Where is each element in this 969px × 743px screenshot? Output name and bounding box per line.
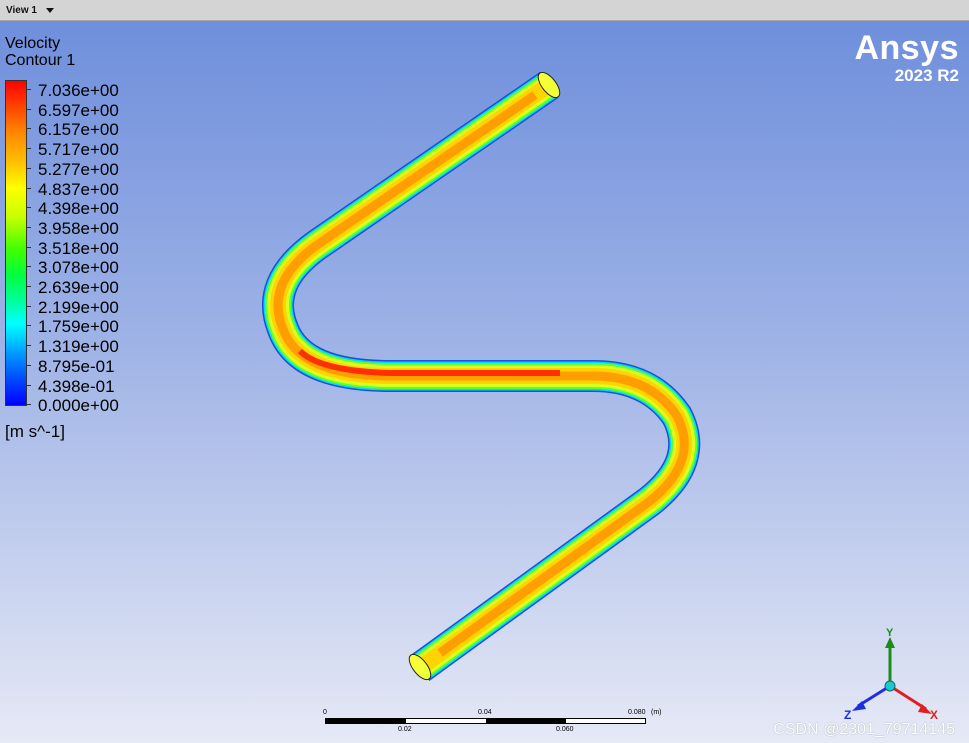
- legend-tick-mark: [27, 89, 31, 90]
- legend-tick-mark: [27, 187, 31, 189]
- legend-level-label: 3.078e+00: [38, 258, 119, 278]
- legend-level-label: 2.639e+00: [38, 278, 119, 297]
- legend-tick-mark: [27, 148, 31, 150]
- view-tab-dropdown[interactable]: View 1: [6, 3, 54, 17]
- legend-level-label: 6.597e+00: [38, 100, 119, 120]
- legend-level-label: 8.795e-01: [38, 356, 115, 376]
- legend-tick-mark: [27, 305, 31, 307]
- legend-level-label: 2.199e+00: [38, 297, 119, 317]
- triad-y-label: Y: [886, 627, 894, 639]
- scale-label-0-080: 0.080: [628, 709, 646, 716]
- legend-tick-mark: [27, 384, 31, 386]
- legend-level-label: 3.518e+00: [38, 238, 119, 258]
- scale-label-0-02: 0.02: [398, 726, 412, 733]
- legend-contour-name: Contour 1: [5, 52, 76, 69]
- legend-tick-mark: [27, 167, 31, 169]
- legend-level-label: 5.277e+00: [38, 159, 119, 179]
- legend-tick-mark: [27, 325, 31, 327]
- legend-level-label: 4.398e-01: [38, 376, 115, 396]
- legend-level-label: 1.759e+00: [38, 317, 119, 337]
- triad-x-label: X: [930, 708, 938, 719]
- legend-variable-name: Velocity: [5, 35, 61, 52]
- legend-tick-mark: [27, 246, 31, 248]
- pipe-body: [262, 71, 701, 681]
- scale-unit: (m): [651, 709, 662, 716]
- legend-tick-mark: [27, 207, 31, 209]
- legend-title: Velocity Contour 1: [5, 35, 75, 69]
- legend-color-bar: [5, 80, 27, 406]
- axis-triad: Y Z X: [844, 627, 938, 719]
- watermark: CSDN @2301_79714145: [773, 721, 955, 738]
- legend-tick-mark: [27, 345, 31, 347]
- legend-level-label: 3.958e+00: [38, 218, 119, 238]
- legend-level-label: 1.319e+00: [38, 337, 119, 357]
- chevron-down-icon[interactable]: [45, 7, 54, 13]
- scale-label-0: 0: [323, 709, 327, 716]
- pipe-contour-plot: [262, 71, 701, 681]
- legend-units: [m s^-1]: [5, 422, 65, 441]
- graphics-viewport[interactable]: Velocity Contour 1 7.036e+00 6.597e+00 6.1…: [0, 21, 969, 743]
- scale-track: [325, 718, 646, 724]
- view-title-bar: View 1: [0, 0, 969, 21]
- logo-version: 2023 R2: [894, 66, 959, 85]
- view-tab-label: View 1: [6, 4, 37, 16]
- scale-bar: 0 0.04 0.080 (m) 0.02 0.060: [322, 709, 662, 740]
- legend-level-label: 7.036e+00: [38, 81, 119, 100]
- legend-level-label: 6.157e+00: [38, 120, 119, 140]
- legend-tick-mark: [27, 108, 31, 110]
- legend-tick-mark: [27, 404, 31, 406]
- legend-tick-mark: [27, 226, 31, 228]
- legend-level-label: 4.837e+00: [38, 179, 119, 199]
- ansys-logo: Ansys 2023 R2: [854, 30, 959, 86]
- legend-level-label: 4.398e+00: [38, 199, 119, 219]
- logo-name: Ansys: [854, 29, 959, 67]
- scale-label-0-04: 0.04: [478, 709, 492, 716]
- legend-tick-mark: [27, 128, 31, 130]
- legend-tick-mark: [27, 286, 31, 287]
- legend-level-label: 0.000e+00: [38, 396, 119, 416]
- triad-z-label: Z: [844, 708, 851, 719]
- legend-tick-mark: [27, 364, 31, 366]
- legend-level-label: 5.717e+00: [38, 140, 119, 160]
- legend-tick-mark: [27, 266, 31, 268]
- scale-label-0-060: 0.060: [556, 726, 574, 733]
